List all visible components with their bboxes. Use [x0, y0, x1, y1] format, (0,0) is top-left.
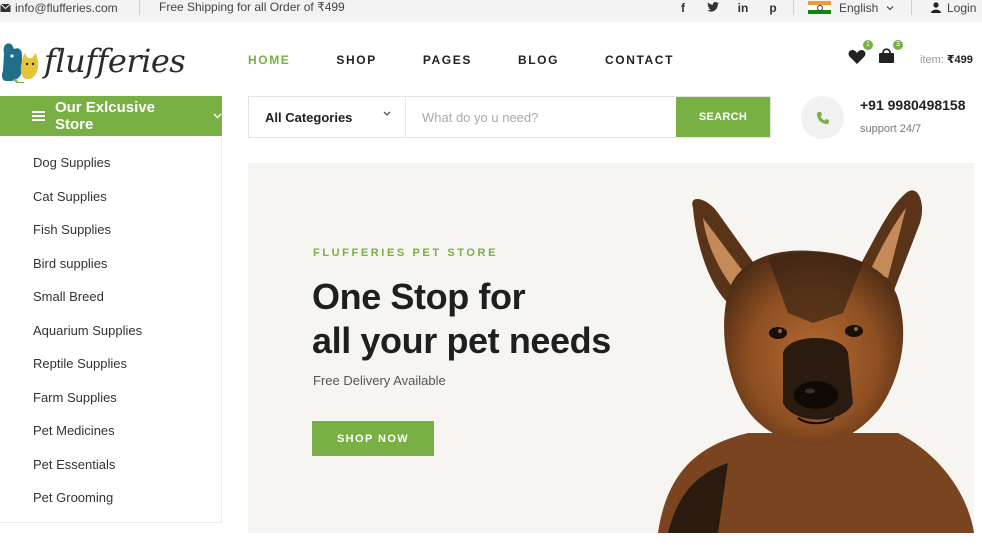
india-flag-icon	[808, 1, 831, 14]
twitter-icon[interactable]	[706, 1, 720, 15]
linkedin-icon[interactable]: in	[736, 1, 750, 15]
cart-total-value: ₹499	[946, 54, 973, 66]
category-item[interactable]: Bird supplies	[0, 247, 221, 281]
category-item[interactable]: Small Breed	[0, 280, 221, 314]
shopping-bag-icon	[879, 48, 894, 63]
store-button-label: Our Exlcusive Store	[54, 99, 156, 133]
main-nav: HOME SHOP PAGES BLOG CONTACT	[248, 53, 720, 67]
cart-button[interactable]: 3	[878, 40, 903, 64]
category-select[interactable]: All Categories	[249, 97, 406, 137]
hero-subtitle: Free Delivery Available	[313, 373, 446, 388]
category-select-value: All Categories	[265, 109, 353, 125]
hero-title-line1: One Stop for	[312, 276, 526, 317]
category-item[interactable]: Pet Medicines	[0, 414, 221, 448]
phone-icon	[816, 111, 829, 124]
category-item[interactable]: Aquarium Supplies	[0, 314, 221, 348]
brand-name: flufferies	[44, 42, 186, 80]
login-label: Login	[947, 0, 977, 15]
divider	[911, 0, 912, 15]
phone-icon-circle	[801, 96, 844, 139]
category-item[interactable]: Reptile Supplies	[0, 347, 221, 381]
category-list: Dog Supplies Cat Supplies Fish Supplies …	[0, 136, 222, 523]
nav-contact[interactable]: CONTACT	[605, 53, 674, 67]
social-links: f in p	[676, 0, 780, 15]
envelope-icon	[0, 3, 11, 12]
hero-kicker: FLUFFERIES PET STORE	[313, 247, 499, 259]
category-item[interactable]: Farm Supplies	[0, 381, 221, 415]
nav-home[interactable]: HOME	[248, 53, 290, 67]
facebook-icon[interactable]: f	[676, 1, 690, 15]
language-selector[interactable]: English	[808, 0, 894, 15]
cart-count-badge: 3	[893, 40, 903, 50]
pinterest-icon[interactable]: p	[766, 1, 780, 15]
menu-icon	[32, 111, 45, 121]
category-item[interactable]: Pet Essentials	[0, 448, 221, 482]
chevron-down-icon	[213, 113, 222, 119]
search-button[interactable]: SEARCH	[676, 97, 770, 137]
hero-title: One Stop for all your pet needs	[312, 275, 611, 363]
exclusive-store-button[interactable]: Our Exlcusive Store	[0, 96, 222, 136]
category-item[interactable]: Pet Grooming	[0, 481, 221, 515]
wishlist-button[interactable]: 1	[848, 40, 873, 64]
cart-total: item: ₹499	[920, 53, 973, 66]
nav-shop[interactable]: SHOP	[336, 53, 376, 67]
german-shepherd-image	[658, 190, 974, 533]
search-bar: All Categories SEARCH	[248, 96, 771, 138]
shop-now-button[interactable]: SHOP NOW	[312, 421, 434, 456]
category-item[interactable]: Cat Supplies	[0, 180, 221, 214]
nav-blog[interactable]: BLOG	[518, 53, 559, 67]
login-link[interactable]: Login	[931, 0, 976, 15]
search-input[interactable]	[406, 97, 676, 137]
chevron-down-icon	[383, 111, 391, 116]
user-icon	[931, 2, 941, 13]
top-bar: info@flufferies.com Free Shipping for al…	[0, 0, 982, 22]
hero-title-line2: all your pet needs	[312, 320, 611, 361]
support-phone[interactable]: +91 9980498158	[860, 97, 966, 113]
cart-total-label: item:	[920, 54, 944, 66]
email-text: info@flufferies.com	[15, 0, 118, 15]
divider	[139, 0, 140, 15]
shipping-notice: Free Shipping for all Order of ₹499	[159, 0, 345, 14]
heart-icon	[848, 50, 866, 64]
wishlist-count-badge: 1	[863, 40, 873, 50]
support-label: support 24/7	[860, 123, 922, 135]
divider	[793, 0, 794, 15]
brand-logo[interactable]: flufferies	[0, 38, 186, 84]
dog-cat-logo-icon	[2, 43, 39, 83]
language-label: English	[839, 0, 879, 15]
header-icons: 1 3	[848, 40, 903, 64]
category-item[interactable]: Fish Supplies	[0, 213, 221, 247]
hero-banner: FLUFFERIES PET STORE One Stop for all yo…	[248, 163, 974, 533]
email-contact[interactable]: info@flufferies.com	[0, 0, 118, 15]
category-item[interactable]: Dog Supplies	[0, 146, 221, 180]
nav-pages[interactable]: PAGES	[423, 53, 472, 67]
chevron-down-icon	[886, 5, 894, 10]
